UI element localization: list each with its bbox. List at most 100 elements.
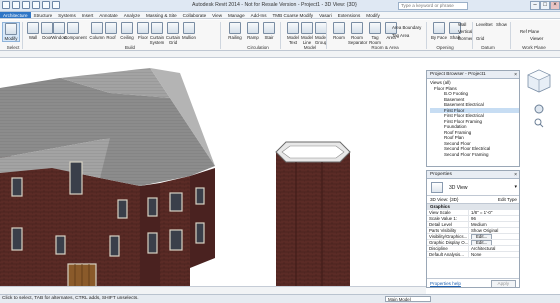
property-value[interactable]: Show Original <box>469 228 519 233</box>
tool-stair-button[interactable]: Stair <box>260 22 278 40</box>
tab-analyze[interactable]: Analyze <box>121 12 143 18</box>
tab-extensions[interactable]: Extensions <box>335 12 363 18</box>
tool-ref-plane-button[interactable]: Ref Plane <box>520 29 550 34</box>
property-value[interactable]: 96 <box>469 216 519 221</box>
viewcube-icon[interactable] <box>526 68 552 94</box>
tool-label: Ramp <box>247 35 259 40</box>
maximize-button[interactable]: □ <box>540 1 550 10</box>
tool-room-separator-button[interactable]: Room Separator <box>348 22 367 45</box>
close-button[interactable]: × <box>550 1 560 10</box>
property-key: Scale Value 1: <box>427 216 469 221</box>
type-selector[interactable]: 3D View ▾ <box>427 179 519 196</box>
property-value[interactable]: Edit... <box>469 240 519 245</box>
property-key: Graphic Display O... <box>429 240 469 245</box>
tool-tag-area-button[interactable]: Tag Area <box>392 33 422 38</box>
tool-label: Floor <box>137 35 148 40</box>
save-icon[interactable] <box>22 1 30 9</box>
apply-button[interactable]: Apply <box>490 280 516 288</box>
property-value-text[interactable]: 96 <box>471 216 476 221</box>
tool-label: Area Boundary <box>392 25 422 30</box>
panel-label[interactable]: Circulation <box>238 45 278 50</box>
open-icon[interactable] <box>12 1 20 9</box>
panel-divider <box>510 22 511 49</box>
property-value[interactable]: Architectural <box>469 246 519 251</box>
view-control-bar[interactable] <box>0 286 426 294</box>
instance-row: 3D View: {3D} Edit Type <box>427 196 519 204</box>
panel-label[interactable]: Opening <box>430 45 460 50</box>
panel-label[interactable]: Model <box>296 45 324 50</box>
tool-show-button[interactable]: Show <box>496 22 526 27</box>
panel-label[interactable]: Datum <box>476 45 500 50</box>
property-value[interactable]: Medium <box>469 222 519 227</box>
tool-label: Roof <box>106 35 116 40</box>
tab-manage[interactable]: Manage <box>225 12 248 18</box>
property-key: Detail Level <box>427 222 469 227</box>
panel-label[interactable]: Room & Area <box>360 45 410 50</box>
tool-mullion-button[interactable]: Mullion <box>180 22 198 40</box>
tab-tmb-coarse-modify[interactable]: TMB Coarse Modify <box>270 12 317 18</box>
tab-annotate[interactable]: Annotate <box>96 12 120 18</box>
app-menu-icon[interactable] <box>2 1 10 9</box>
panel-divider <box>220 22 221 49</box>
property-value-text[interactable]: None <box>471 252 482 257</box>
tool-label: Curtain System <box>149 35 165 45</box>
close-icon[interactable]: × <box>514 171 517 179</box>
tab-structure[interactable]: Structure <box>31 12 56 18</box>
tab-architecture[interactable]: Architecture <box>0 12 31 18</box>
tab-modify[interactable]: Modify <box>363 12 383 18</box>
status-bar: Click to select, TAB for alternates, CTR… <box>0 294 560 303</box>
ribbon-tabs: Architecture Structure Systems Insert Annota… <box>0 12 560 19</box>
undo-icon[interactable] <box>32 1 40 9</box>
tool-label: Viewer <box>530 36 544 41</box>
zoom-icon[interactable] <box>534 118 544 128</box>
edit-button[interactable]: Edit... <box>471 234 493 239</box>
property-value-text[interactable]: Show Original <box>471 228 498 233</box>
tool-label: Wall <box>458 22 467 27</box>
browser-tree-item[interactable]: Second Floor Framing <box>430 152 519 158</box>
edit-type-button[interactable]: Edit Type <box>498 196 517 204</box>
browser-tree: Views (all) Floor Plans B.O Footing Basemen… <box>427 79 519 157</box>
tool-railing-button[interactable]: Railing <box>226 22 244 40</box>
search-input[interactable]: Type a keyword or phrase <box>398 2 468 10</box>
property-value-text[interactable]: Medium <box>471 222 487 227</box>
steering-wheel-icon[interactable] <box>534 104 544 114</box>
panel-label[interactable]: Select <box>4 45 22 50</box>
tool-vertical-button[interactable]: Vertical <box>458 29 488 34</box>
3d-viewport[interactable] <box>0 58 426 294</box>
tool-grid-button[interactable]: Grid <box>476 36 506 41</box>
panel-divider <box>280 22 281 49</box>
tool-label: Dormer <box>458 36 473 41</box>
tool-area-boundary-button[interactable]: Area Boundary <box>392 25 422 30</box>
tab-vasari[interactable]: Vasari <box>316 12 335 18</box>
chevron-down-icon[interactable]: ▾ <box>514 184 517 190</box>
tool-modify-button[interactable]: Modify <box>2 22 20 42</box>
properties-help-link[interactable]: Properties help <box>430 281 461 286</box>
redo-icon[interactable] <box>42 1 50 9</box>
edit-button[interactable]: Edit... <box>471 240 493 245</box>
property-value[interactable]: None <box>469 252 519 257</box>
minimize-button[interactable]: – <box>530 1 540 10</box>
tab-collaborate[interactable]: Collaborate <box>180 12 210 18</box>
active-model-select[interactable]: Main Model <box>385 296 431 302</box>
instance-filter[interactable]: 3D View: {3D} <box>430 197 459 202</box>
print-icon[interactable] <box>52 1 60 9</box>
tool-room-button[interactable]: Room <box>330 22 348 40</box>
property-value[interactable]: 1/8" = 1'-0" <box>469 210 519 215</box>
tab-view[interactable]: View <box>209 12 225 18</box>
panel-label[interactable]: Build <box>110 45 150 50</box>
tab-insert[interactable]: Insert <box>79 12 97 18</box>
property-value[interactable]: Edit... <box>469 234 519 239</box>
property-value-text[interactable]: 1/8" = 1'-0" <box>471 210 492 215</box>
tool-model-group-button[interactable]: Model Group <box>312 22 330 45</box>
close-icon[interactable]: × <box>514 71 517 79</box>
panel-label[interactable]: Work Plane <box>516 45 552 50</box>
tool-viewer-button[interactable]: Viewer <box>530 36 560 41</box>
property-value-text[interactable]: Architectural <box>471 246 495 251</box>
tool-label: Wall <box>28 35 38 40</box>
tab-systems[interactable]: Systems <box>55 12 79 18</box>
tab-add-ins[interactable]: Add-Ins <box>248 12 270 18</box>
tool-label: Ref Plane <box>520 29 540 34</box>
tab-massing-site[interactable]: Massing & Site <box>143 12 180 18</box>
tool-component-button[interactable]: Component <box>64 22 87 40</box>
octagonal-tower <box>275 141 351 294</box>
